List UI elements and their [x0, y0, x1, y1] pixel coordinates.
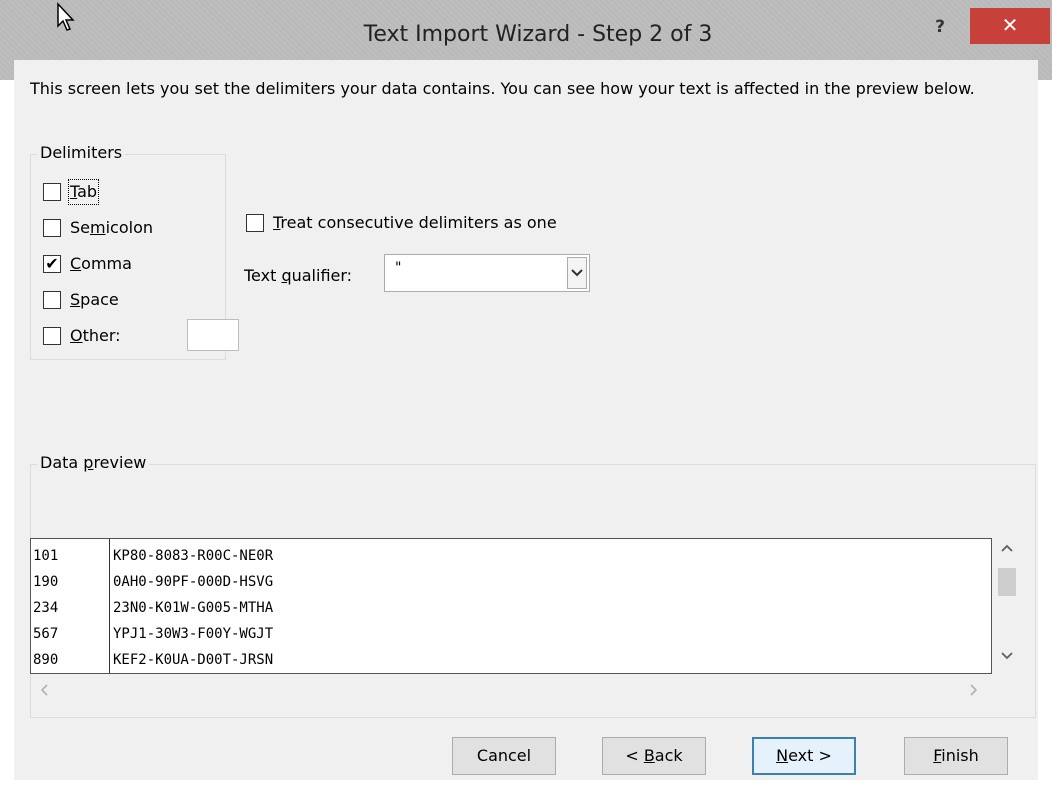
scroll-right-icon[interactable]	[970, 684, 978, 696]
semicolon-checkbox-box[interactable]	[43, 219, 61, 237]
checkmark-icon: ✔	[45, 254, 59, 273]
chevron-down-icon[interactable]	[567, 257, 587, 289]
delimiters-legend: Delimiters	[37, 143, 126, 162]
comma-checkbox-box[interactable]: ✔	[43, 255, 61, 273]
scroll-up-icon[interactable]	[1001, 544, 1013, 552]
preview-cell-col2: 0AH0-90PF-000D-HSVG	[113, 574, 274, 590]
cancel-button[interactable]: Cancel	[452, 737, 556, 775]
back-button[interactable]: < Back	[602, 737, 706, 775]
space-checkbox-box[interactable]	[43, 291, 61, 309]
horizontal-scrollbar[interactable]	[30, 674, 992, 704]
semicolon-checkbox-label: Semicolon	[70, 218, 153, 237]
data-preview-legend: Data preview	[37, 453, 150, 472]
preview-cell-col2: KEF2-K0UA-D00T-JRSN	[113, 652, 274, 668]
text-qualifier-label: Text qualifier:	[244, 266, 353, 285]
preview-cell-col1: 890	[33, 652, 59, 668]
scroll-left-icon[interactable]	[40, 684, 48, 696]
preview-cell-col2: 23N0-K01W-G005-MTHA	[113, 600, 274, 616]
tab-checkbox-box[interactable]	[43, 183, 61, 201]
text-qualifier-value: "	[395, 260, 402, 276]
preview-cell-col1: 190	[33, 574, 59, 590]
text-qualifier-select[interactable]: "	[384, 254, 590, 292]
preview-cell-col1: 101	[33, 548, 59, 564]
consecutive-checkbox-label: Treat consecutive delimiters as one	[273, 213, 557, 232]
next-button[interactable]: Next >	[752, 737, 856, 775]
finish-button[interactable]: Finish	[904, 737, 1008, 775]
tab-checkbox-label: Tab	[67, 179, 100, 205]
description-text: This screen lets you set the delimiters …	[30, 79, 975, 98]
preview-cell-col1: 234	[33, 600, 59, 616]
other-delimiter-input[interactable]	[187, 319, 239, 351]
space-checkbox-label: Space	[70, 290, 119, 309]
help-button[interactable]: ?	[920, 12, 960, 42]
consecutive-checkbox-box[interactable]	[246, 214, 264, 232]
close-button[interactable]: ✕	[970, 8, 1050, 44]
dialog-body: This screen lets you set the delimiters …	[14, 60, 1038, 780]
preview-cell-col2: YPJ1-30W3-F00Y-WGJT	[113, 626, 274, 642]
comma-checkbox-label: Comma	[70, 254, 132, 273]
other-checkbox-label: Other:	[70, 326, 121, 345]
scroll-thumb[interactable]	[998, 568, 1016, 596]
window-title: Text Import Wizard - Step 2 of 3	[363, 22, 713, 47]
delimiters-group: Delimiters Tab Semicolon ✔ Comma Space O…	[30, 143, 239, 360]
vertical-scrollbar[interactable]	[992, 538, 1022, 674]
data-preview-area[interactable]: 101 KP80-8083-R00C-NE0R 190 0AH0-90PF-000D…	[30, 538, 992, 674]
preview-cell-col1: 567	[33, 626, 59, 642]
scroll-down-icon[interactable]	[1001, 652, 1013, 660]
other-checkbox-box[interactable]	[43, 327, 61, 345]
column-separator	[109, 539, 110, 673]
preview-cell-col2: KP80-8083-R00C-NE0R	[113, 548, 274, 564]
